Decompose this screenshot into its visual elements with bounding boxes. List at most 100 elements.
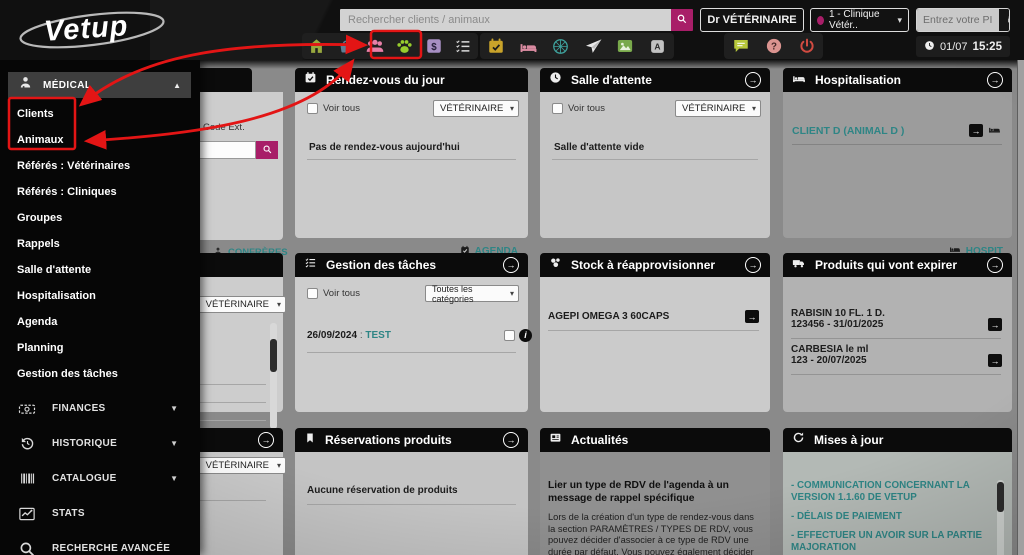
topbar: Vetup Dr VÉTÉRINAIRE 1 - Clinique Vétér.…: [0, 0, 1024, 60]
task-done-checkbox[interactable]: [504, 330, 515, 341]
news-headline: Lier un type de RDV de l'agenda à un mes…: [548, 480, 729, 504]
arrow-right-icon: →: [990, 355, 1000, 366]
panel-scrollbar-thumb[interactable]: [270, 339, 277, 372]
sidebar-item-salle-attente[interactable]: Salle d'attente: [0, 257, 200, 283]
sidebar-item-gestion-taches[interactable]: Gestion des tâches: [0, 361, 200, 387]
open-product-button[interactable]: →: [988, 318, 1002, 331]
client-search-button[interactable]: [256, 141, 278, 159]
panel-scrollbar-thumb[interactable]: [997, 482, 1004, 512]
images-icon[interactable]: [614, 35, 636, 57]
sidebar-item-referes-cliniques[interactable]: Référés : Cliniques: [0, 179, 200, 205]
logout-icon[interactable]: [796, 35, 818, 57]
sidebar-item-referes-veterinaires[interactable]: Référés : Vétérinaires: [0, 153, 200, 179]
hospitalisation-icon[interactable]: [517, 35, 539, 57]
sidebar-section-recherche-avancee[interactable]: RECHERCHE AVANCÉE: [0, 531, 200, 555]
empty-message: Salle d'attente vide: [554, 142, 645, 153]
panel-hosp-body: CLIENT D (ANIMAL D ) → HOSPIT: [783, 92, 1012, 257]
update-link[interactable]: - COMMUNICATION CONCERNANT LA VERSION 1.…: [791, 480, 991, 504]
task-info-icon[interactable]: i: [519, 329, 532, 342]
sidebar-section-historique[interactable]: HISTORIQUE ▼: [0, 426, 200, 461]
panel-expand-button[interactable]: →: [987, 257, 1003, 273]
stock-item: AGEPI OMEGA 3 60CAPS: [548, 311, 670, 322]
bed-icon: [988, 123, 1001, 141]
task-link[interactable]: TEST: [365, 330, 391, 341]
chevron-down-icon: ▼: [170, 439, 178, 448]
agenda-icon[interactable]: [485, 35, 507, 57]
vetup-logo[interactable]: Vetup: [14, 3, 184, 57]
panel-expand-button[interactable]: →: [258, 432, 274, 448]
arrow-right-icon: →: [971, 125, 981, 136]
panel-expand-button[interactable]: →: [745, 72, 761, 88]
clinic-selector[interactable]: 1 - Clinique Vétér.. ▾: [810, 8, 909, 32]
page-scrollbar[interactable]: [1017, 60, 1024, 555]
finance-icon[interactable]: $: [423, 35, 445, 57]
lock-button[interactable]: [999, 9, 1009, 31]
panel-expand-button[interactable]: →: [745, 257, 761, 273]
panel-hosp: Hospitalisation → CLIENT D (ANIMAL D ) →…: [783, 68, 1012, 257]
doctor-button[interactable]: Dr VÉTÉRINAIRE: [700, 8, 804, 32]
time-text: 15:25: [972, 40, 1002, 53]
bookmark-icon: [304, 431, 316, 449]
pin-input[interactable]: [917, 9, 999, 31]
messages-icon[interactable]: [730, 35, 752, 57]
panel-expand-button[interactable]: →: [503, 432, 519, 448]
open-product-button[interactable]: →: [745, 310, 759, 323]
svg-text:A: A: [655, 41, 661, 51]
sidebar-item-clients[interactable]: Clients: [0, 101, 200, 127]
clock-icon: [549, 71, 562, 89]
panel-rdv-body: Voir tous VÉTÉRINAIRE ▾ Pas de rendez-vou…: [295, 92, 528, 257]
animals-icon[interactable]: [394, 35, 416, 57]
panel-reservations-header: Réservations produits →: [295, 428, 528, 452]
panel-gestion-header: Gestion des tâches →: [295, 253, 528, 277]
web-icon[interactable]: [550, 35, 572, 57]
vet-filter-select[interactable]: VÉTÉRINAIRE ▾: [433, 100, 519, 117]
open-product-button[interactable]: →: [988, 354, 1002, 367]
panel-title: Réservations produits: [325, 433, 452, 447]
voir-tous-row[interactable]: Voir tous: [307, 103, 360, 114]
send-icon[interactable]: [582, 35, 604, 57]
sidebar-section-finances[interactable]: FINANCES ▼: [0, 391, 200, 426]
panel-hosp-header: Hospitalisation →: [783, 68, 1012, 92]
panel-expand-button[interactable]: →: [987, 72, 1003, 88]
category-filter-select[interactable]: Toutes les catégories ▾: [425, 284, 519, 304]
top-shadow: [200, 60, 1017, 69]
clinic-icon[interactable]: [335, 35, 357, 57]
search-input[interactable]: [340, 9, 671, 31]
sidebar-item-rappels[interactable]: Rappels: [0, 231, 200, 257]
sidebar-item-agenda[interactable]: Agenda: [0, 309, 200, 335]
hosp-client-link[interactable]: CLIENT D (ANIMAL D ): [792, 125, 904, 137]
open-record-button[interactable]: →: [969, 124, 983, 137]
sidebar-item-hospitalisation[interactable]: Hospitalisation: [0, 283, 200, 309]
sidebar-item-animaux[interactable]: Animaux: [0, 127, 200, 153]
update-link[interactable]: - EFFECTUER UN AVOIR SUR LA PARTIE MAJOR…: [791, 530, 991, 554]
refresh-icon: [792, 431, 805, 449]
panel-maj-body: - COMMUNICATION CONCERNANT LA VERSION 1.…: [783, 452, 1012, 555]
voir-tous-row[interactable]: Voir tous: [552, 103, 605, 114]
panel-stock: Stock à réapprovisionner → AGEPI OMEGA 3…: [540, 253, 770, 412]
panel-title: Stock à réapprovisionner: [571, 258, 716, 272]
home-icon[interactable]: [306, 35, 328, 57]
sidebar-section-label: RECHERCHE AVANCÉE: [52, 543, 171, 554]
clients-icon[interactable]: [364, 35, 386, 57]
panel-rdv-header: Rendez-vous du jour: [295, 68, 528, 92]
panel-expand-button[interactable]: →: [503, 257, 519, 273]
panel-title: Salle d'attente: [571, 73, 652, 87]
update-link[interactable]: - DÉLAIS DE PAIEMENT: [791, 511, 991, 523]
toolbar-group-system: ?: [724, 33, 823, 59]
search-button[interactable]: [671, 9, 693, 31]
sidebar-section-stats[interactable]: STATS: [0, 496, 200, 531]
panel-maj-header: Mises à jour: [783, 428, 1012, 452]
apps-icon[interactable]: A: [647, 35, 669, 57]
sidebar-section-catalogue[interactable]: CATALOGUE ▼: [0, 461, 200, 496]
tasks-icon[interactable]: [452, 35, 474, 57]
sidebar-item-planning[interactable]: Planning: [0, 335, 200, 361]
sidebar-item-groupes[interactable]: Groupes: [0, 205, 200, 231]
help-icon[interactable]: ?: [763, 35, 785, 57]
voir-tous-checkbox[interactable]: [307, 103, 318, 114]
voir-tous-checkbox[interactable]: [307, 288, 318, 299]
panel-maj: Mises à jour - COMMUNICATION CONCERNANT …: [783, 428, 1012, 555]
voir-tous-row[interactable]: Voir tous: [307, 288, 360, 299]
sidebar-section-medical[interactable]: MÉDICAL ▲: [8, 72, 191, 98]
vet-filter-select[interactable]: VÉTÉRINAIRE ▾: [675, 100, 761, 117]
voir-tous-checkbox[interactable]: [552, 103, 563, 114]
